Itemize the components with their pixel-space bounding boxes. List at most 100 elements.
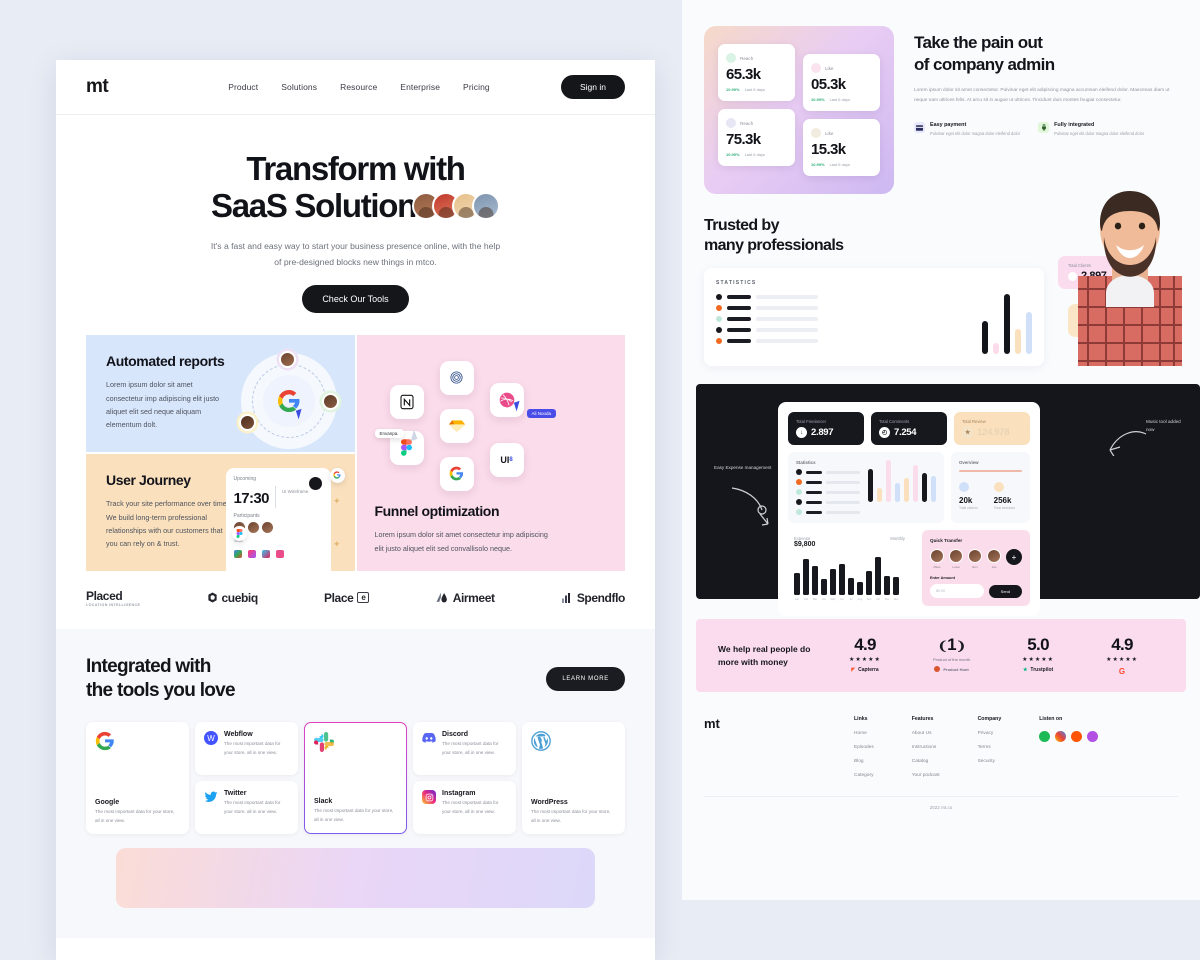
admin-copy-block: Take the pain out of company admin Lorem… xyxy=(914,26,1178,194)
stat-label: Reach xyxy=(740,55,754,61)
hero-avatar-group xyxy=(411,192,500,221)
footer-link-catalog[interactable]: Catalog xyxy=(912,759,940,764)
ui8-icon[interactable]: UI 8 xyxy=(489,442,524,477)
footer-logo[interactable]: mt xyxy=(704,716,854,778)
rating-platform: Trustpilot xyxy=(1030,667,1054,673)
footer-link-about-us[interactable]: About Us xyxy=(912,731,940,736)
footer-link-privacy[interactable]: Privacy xyxy=(978,731,1002,736)
footer-link-home[interactable]: Home xyxy=(854,731,874,736)
stat-card-reach-1[interactable]: Reach 65.3k 10.99% Last 6 days xyxy=(718,44,795,101)
google-podcasts-icon[interactable] xyxy=(1055,731,1067,742)
x-tick: Apr xyxy=(821,598,827,601)
integration-card-instagram[interactable]: Instagram The most important data for yo… xyxy=(413,781,516,835)
integration-card-google[interactable]: Google The most important data for your … xyxy=(86,722,189,835)
dribbble-icon[interactable] xyxy=(489,382,524,417)
kpi-caption: Total visitors xyxy=(959,506,978,510)
amount-input[interactable]: $0.00 xyxy=(930,584,984,598)
admin-headline: Take the pain out of company admin xyxy=(914,32,1178,76)
apple-podcasts-icon[interactable] xyxy=(1087,731,1099,742)
star-icon: ★ xyxy=(962,427,973,438)
g2-icon: G xyxy=(1118,667,1126,676)
statistics-list xyxy=(716,294,968,344)
stat-card-like-1[interactable]: Like 05.3k 10.99% Last 6 days xyxy=(803,54,880,111)
stat-label: Like xyxy=(825,65,834,71)
sketch-icon[interactable] xyxy=(439,408,474,443)
rating-stars: ★★★★★ xyxy=(1106,657,1138,663)
stat-card-like-2[interactable]: Like 15.3k 10.99% Last 6 days xyxy=(803,119,880,176)
person-avatar[interactable]: Luisa xyxy=(949,549,963,569)
funnel-optimization-card[interactable]: UI 8 Envanpa. Ali Nooda Funnel optimizati… xyxy=(356,334,625,571)
widget-menu-dot[interactable] xyxy=(308,476,322,490)
send-button[interactable]: Send xyxy=(988,584,1022,598)
nav-item-pricing[interactable]: Pricing xyxy=(463,82,490,92)
fingerprint-icon[interactable] xyxy=(439,360,474,395)
sign-in-button[interactable]: Sign in xyxy=(561,75,625,99)
feature-title: Fully integrated xyxy=(1054,122,1095,129)
overview-card-title: Overview xyxy=(959,460,979,465)
footer-column-company: Company Privacy Terms Security xyxy=(978,716,1002,778)
automated-reports-card[interactable]: Automated reports Lorem ipsum dolor sit … xyxy=(86,334,355,452)
orbit-avatar xyxy=(238,413,256,431)
footer-link-instructions[interactable]: Instructions xyxy=(912,745,940,750)
nav-item-resource[interactable]: Resource xyxy=(340,82,377,92)
x-tick: Sep xyxy=(866,598,872,601)
stat-period: Last 6 days xyxy=(829,97,851,102)
learn-more-button[interactable]: LEARN MORE xyxy=(546,666,625,691)
integration-card-discord[interactable]: Discord The most important data for your… xyxy=(413,722,516,776)
integration-card-webflow[interactable]: W Webflow The most important data for yo… xyxy=(195,722,298,776)
nav-item-product[interactable]: Product xyxy=(228,82,258,92)
integrations-title: Integrated with the tools you love xyxy=(86,655,236,703)
add-person-button[interactable]: + xyxy=(1006,549,1022,565)
admin-feature-row: Easy payment Pulvinar eget elit dolor ma… xyxy=(914,122,1178,138)
x-tick: Nov xyxy=(884,598,890,601)
orbit-avatar xyxy=(321,392,339,410)
integration-column-4: Discord The most important data for your… xyxy=(413,722,516,835)
integration-desc: The most important data for your store, … xyxy=(531,808,611,823)
total-comments-card[interactable]: Total Comments ◴ 7.254 xyxy=(871,412,947,445)
total-freelancer-card[interactable]: Total Freelancer ↓ 2.897 xyxy=(788,412,864,445)
integration-card-slack[interactable]: Slack The most important data for your s… xyxy=(304,722,407,834)
integration-card-wordpress[interactable]: WordPress The most important data for yo… xyxy=(522,722,625,835)
feature-body: Pulvinar eget elit dolor magna dolor ele… xyxy=(1054,131,1145,137)
visitors-icon xyxy=(959,482,969,492)
stat-card-reach-2[interactable]: Reach 75.3k 10.99% Last 6 days xyxy=(718,109,795,166)
google-icon[interactable] xyxy=(439,456,474,491)
total-review-card[interactable]: Total Review ★ 124.978 xyxy=(954,412,1030,445)
x-tick: Jan xyxy=(794,598,800,601)
footer-link-blog[interactable]: Blog xyxy=(854,759,874,764)
stat-label: Like xyxy=(825,130,834,136)
check-our-tools-button[interactable]: Check Our Tools xyxy=(302,284,409,313)
footer-column-title: Listen on xyxy=(1039,716,1063,722)
person-avatar[interactable]: Jan xyxy=(987,549,1001,569)
footer-link-security[interactable]: Security xyxy=(978,759,1002,764)
footer-link-episodes[interactable]: Episodes xyxy=(854,745,874,750)
footer-link-category[interactable]: Category xyxy=(854,773,874,778)
cursor-pointer-icon xyxy=(513,399,526,412)
kpi-sessions: 256k Total sessions xyxy=(993,482,1015,510)
kpi-value: 256k xyxy=(993,496,1012,505)
footer-link-terms[interactable]: Terms xyxy=(978,745,1002,750)
statistics-panel-title: STATISTICS xyxy=(716,280,757,286)
stat-cards-grid: Reach 65.3k 10.99% Last 6 days Like 05.3… xyxy=(718,44,880,176)
integrations-header: Integrated with the tools you love LEARN… xyxy=(86,655,625,703)
hero-title: Transform with SaaS Solution xyxy=(76,150,635,225)
logo-airmeet: Airmeet xyxy=(436,591,495,605)
nav-item-enterprise[interactable]: Enterprise xyxy=(400,82,440,92)
user-journey-card[interactable]: User Journey Track your site performance… xyxy=(86,453,355,571)
x-tick: Jun xyxy=(839,598,845,601)
person-avatar[interactable]: Erin xyxy=(968,549,982,569)
statistics-row xyxy=(716,338,968,344)
admin-headline-line2: of company admin xyxy=(914,55,1055,75)
nav-item-solutions[interactable]: Solutions xyxy=(281,82,317,92)
statistics-row xyxy=(716,294,968,300)
spotify-icon[interactable] xyxy=(1039,731,1051,742)
integration-card-twitter[interactable]: Twitter The most important data for your… xyxy=(195,781,298,835)
integration-column-1: Google The most important data for your … xyxy=(86,722,189,835)
annotation-expense: Easy Expense management xyxy=(714,465,772,470)
soundcloud-icon[interactable] xyxy=(1071,731,1083,742)
notion-icon[interactable] xyxy=(389,384,424,419)
footer-link-your-podcast[interactable]: Your podcast xyxy=(912,773,940,778)
person-avatar[interactable]: Miles xyxy=(930,549,944,569)
brand-logo[interactable]: mt xyxy=(86,76,109,98)
footer-columns: Links Home Episodes Blog Category Featur… xyxy=(854,716,1178,778)
